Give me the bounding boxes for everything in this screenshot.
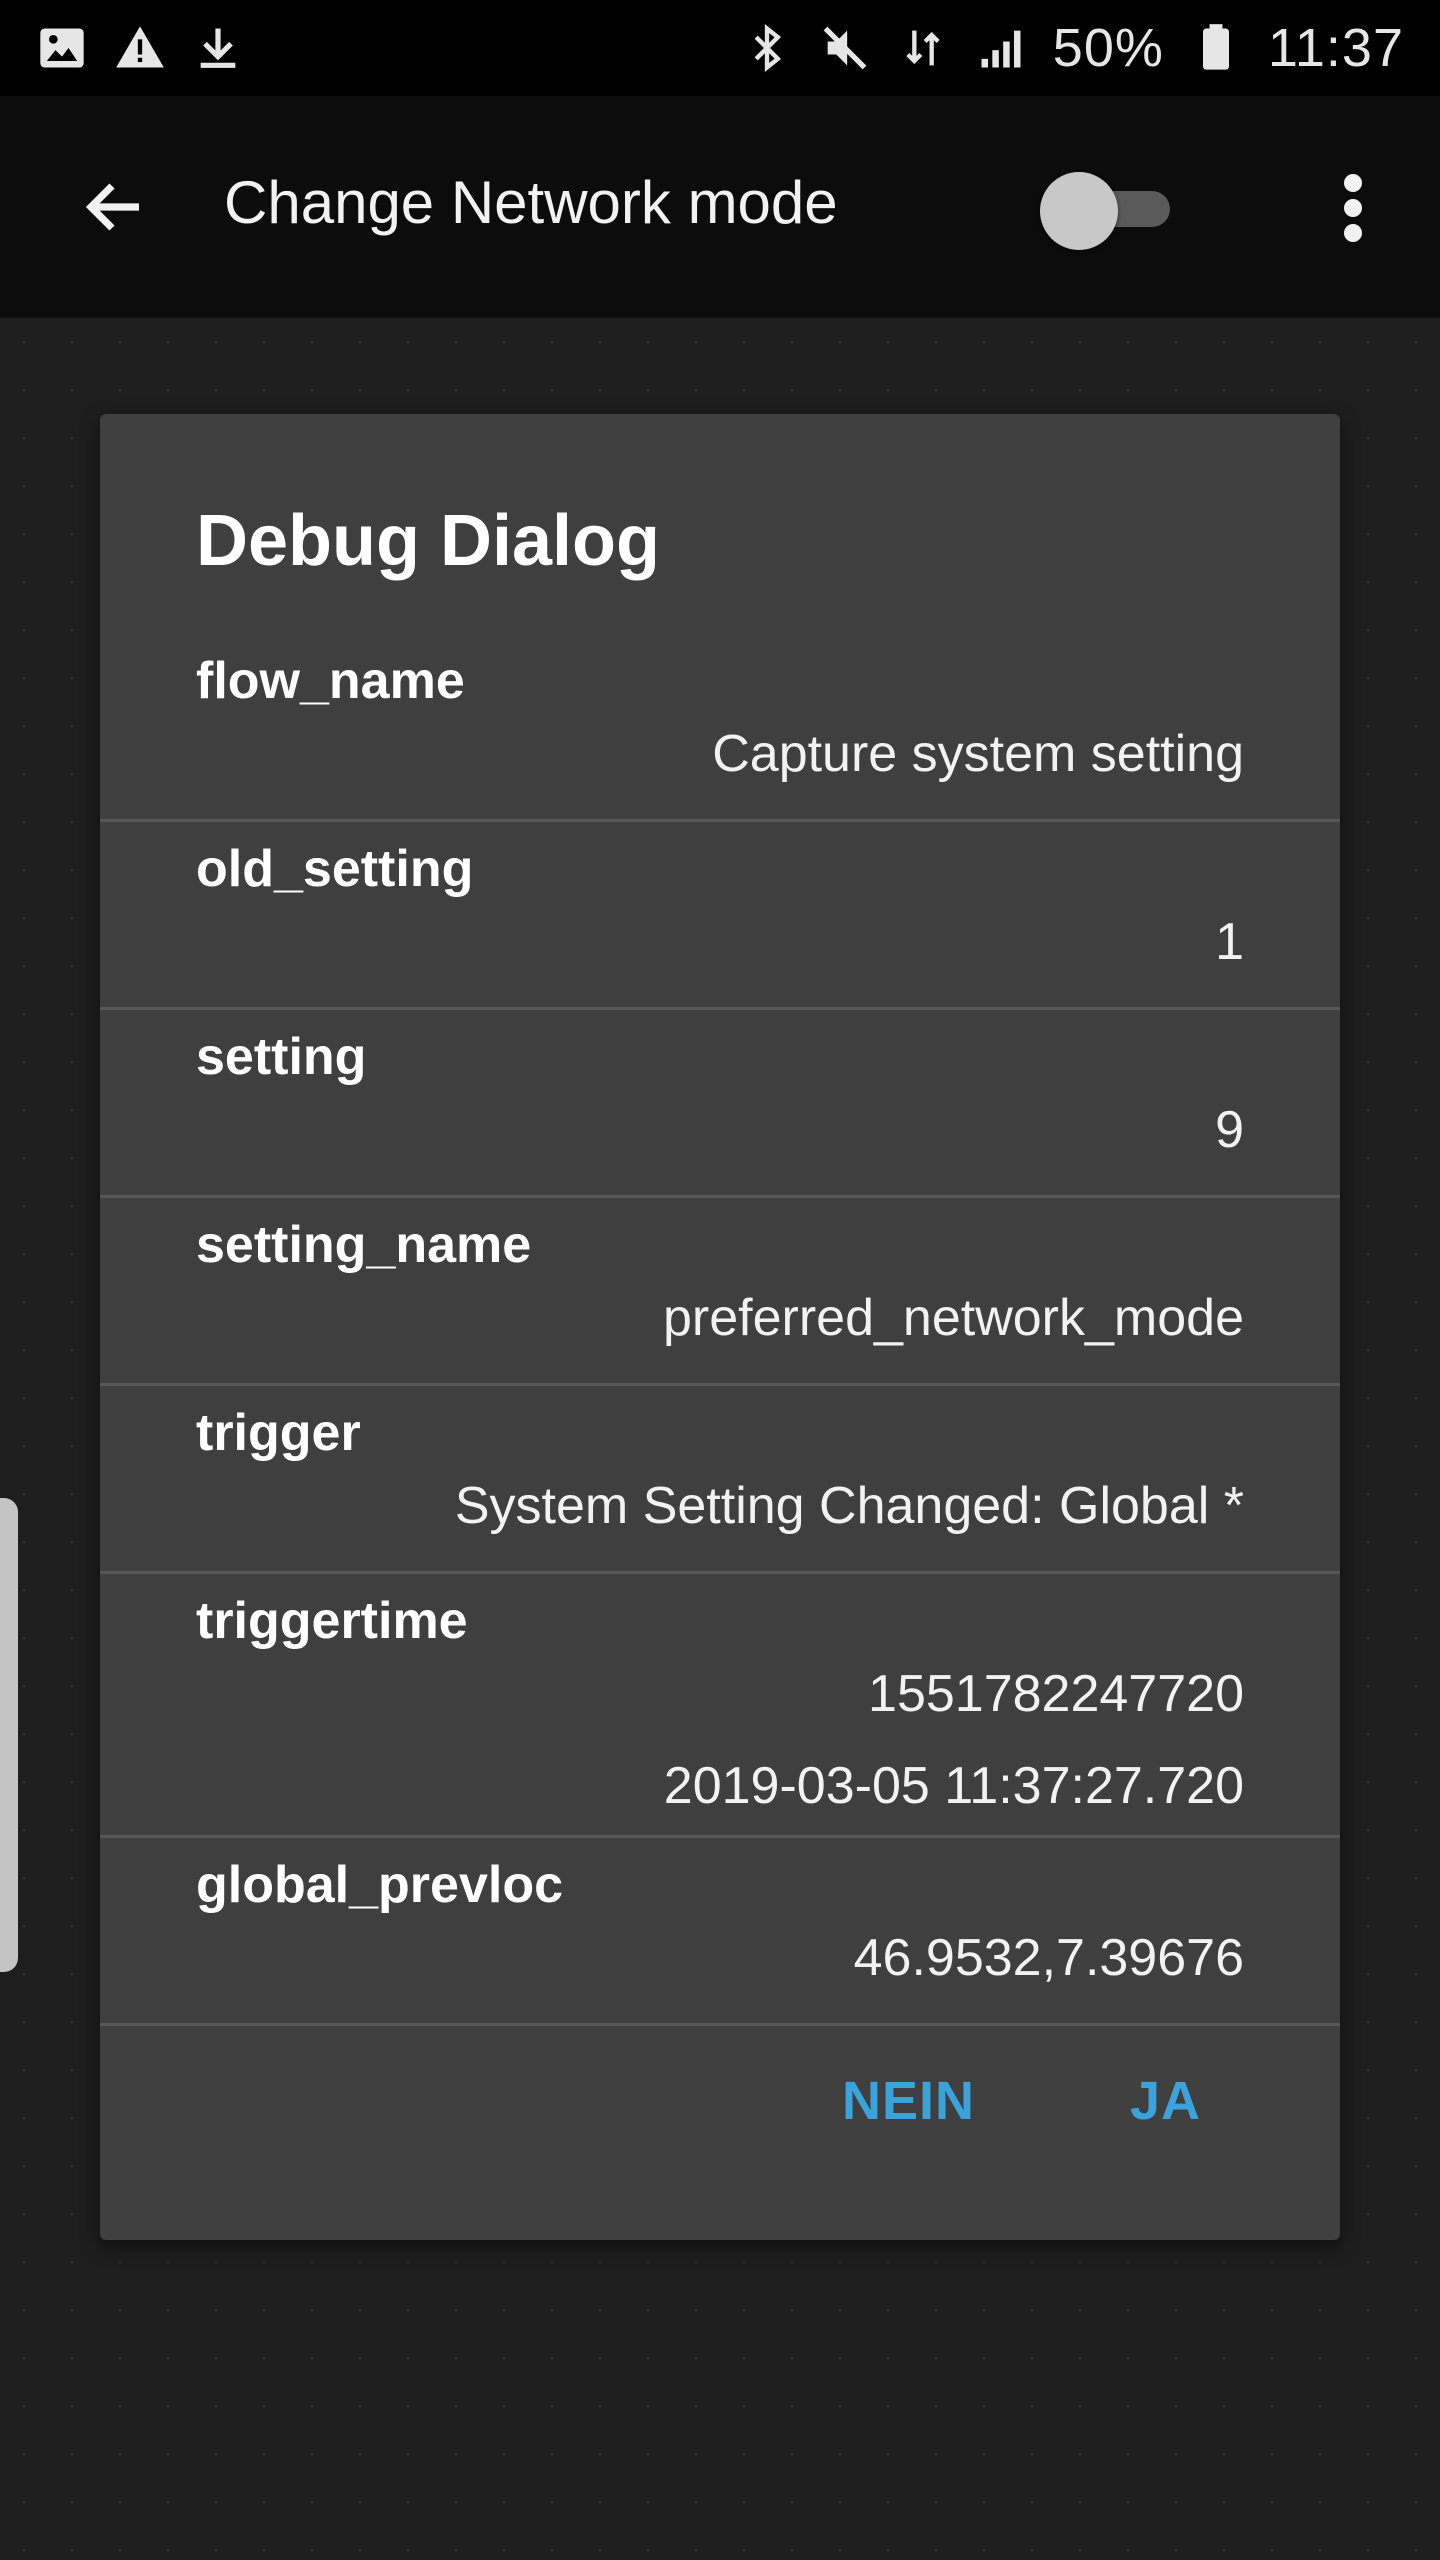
variable-value: 9 xyxy=(1215,1101,1244,1159)
list-item[interactable]: trigger System Setting Changed: Global * xyxy=(100,1386,1340,1574)
variable-name: trigger xyxy=(196,1404,361,1462)
variable-value-formatted: 2019-03-05 11:37:27.720 xyxy=(663,1757,1244,1815)
variable-value: 1551782247720 xyxy=(868,1665,1244,1723)
no-button[interactable]: NEIN xyxy=(842,2070,975,2132)
variable-name: old_setting xyxy=(196,840,474,898)
warning-icon xyxy=(114,22,166,74)
data-arrows-icon xyxy=(897,22,949,74)
drawer-handle[interactable] xyxy=(0,1498,18,1972)
list-item[interactable]: flow_name Capture system setting xyxy=(100,634,1340,822)
image-icon xyxy=(36,22,88,74)
status-bar: 50% 11:37 xyxy=(0,0,1440,96)
more-vert-icon xyxy=(1344,174,1362,192)
status-bar-left xyxy=(36,22,244,74)
back-button[interactable] xyxy=(70,162,160,252)
overflow-menu-button[interactable] xyxy=(1318,166,1388,250)
list-item[interactable]: old_setting 1 xyxy=(100,822,1340,1010)
battery-percent: 50% xyxy=(1052,18,1164,78)
variable-value: 46.9532,7.39676 xyxy=(853,1929,1244,1987)
dialog-actions: NEIN JA xyxy=(100,2036,1340,2166)
page-title: Change Network mode xyxy=(224,169,838,236)
list-item[interactable]: setting 9 xyxy=(100,1010,1340,1198)
variable-name: global_prevloc xyxy=(196,1856,563,1914)
enable-toggle[interactable] xyxy=(1040,172,1180,250)
yes-button[interactable]: JA xyxy=(1130,2070,1201,2132)
battery-icon xyxy=(1190,22,1242,74)
variable-name: flow_name xyxy=(196,652,465,710)
app-bar: Change Network mode xyxy=(0,96,1440,318)
variable-value: preferred_network_mode xyxy=(663,1289,1244,1347)
variable-name: triggertime xyxy=(196,1592,468,1650)
variable-name: setting xyxy=(196,1028,367,1086)
arrow-left-icon xyxy=(85,183,139,231)
mute-icon xyxy=(819,22,871,74)
list-item[interactable]: global_prevloc 46.9532,7.39676 xyxy=(100,1838,1340,2026)
variable-value: Capture system setting xyxy=(712,725,1244,783)
dialog-title: Debug Dialog xyxy=(196,501,660,581)
bluetooth-icon xyxy=(741,22,793,74)
variable-name: setting_name xyxy=(196,1216,532,1274)
status-bar-right: 50% 11:37 xyxy=(741,17,1404,79)
signal-icon xyxy=(975,22,1027,74)
variable-value: System Setting Changed: Global * xyxy=(454,1477,1244,1535)
clock: 11:37 xyxy=(1267,18,1404,78)
download-icon xyxy=(192,22,244,74)
toggle-thumb xyxy=(1040,172,1118,250)
variable-value: 1 xyxy=(1215,913,1244,971)
list-item[interactable]: setting_name preferred_network_mode xyxy=(100,1198,1340,1386)
list-item[interactable]: triggertime 1551782247720 2019-03-05 11:… xyxy=(100,1574,1340,1838)
variable-list: flow_name Capture system setting old_set… xyxy=(100,634,1340,2026)
debug-dialog: Debug Dialog flow_name Capture system se… xyxy=(100,414,1340,2240)
